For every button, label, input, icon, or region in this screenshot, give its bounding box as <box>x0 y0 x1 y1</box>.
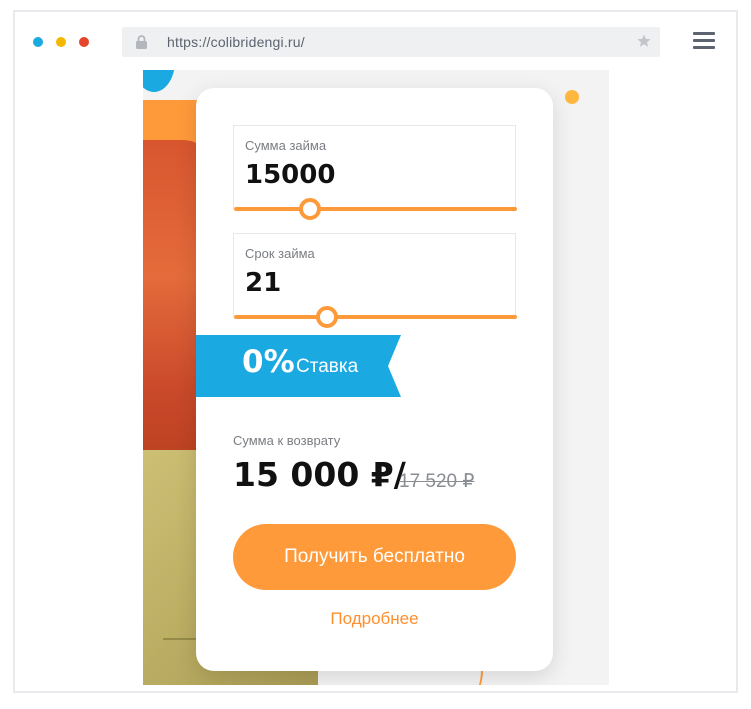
loan-term-label: Срок займа <box>245 246 315 261</box>
rate-ribbon: 0% Ставка <box>196 335 401 397</box>
loan-amount-field[interactable]: Сумма займа 15000 <box>233 125 517 220</box>
loan-amount-value[interactable]: 15000 <box>245 160 335 190</box>
return-amount-label: Сумма к возврату <box>233 433 341 448</box>
return-amount-value: 15 000 ₽/ <box>233 455 406 494</box>
loan-amount-slider[interactable] <box>234 198 517 220</box>
loan-amount-label: Сумма займа <box>245 138 327 153</box>
rate-label: Ставка <box>296 356 359 377</box>
loan-term-slider-thumb[interactable] <box>316 306 339 328</box>
lock-icon <box>136 35 147 49</box>
background-blue-shape <box>143 70 175 92</box>
return-amount-old: 17 520 ₽ <box>399 471 475 492</box>
loan-calculator-card: Сумма займа 15000 Срок займа 21 0% Ставк… <box>196 88 553 671</box>
more-details-link[interactable]: Подробнее <box>196 609 553 629</box>
browser-toolbar: https://colibridengi.ru/ <box>15 12 736 70</box>
browser-window: https://colibridengi.ru/ Сумма займа 150… <box>13 10 738 693</box>
url-text: https://colibridengi.ru/ <box>167 34 305 50</box>
page-viewport: Сумма займа 15000 Срок займа 21 0% Ставк… <box>143 70 609 685</box>
loan-term-value[interactable]: 21 <box>245 268 281 298</box>
loan-term-field[interactable]: Срок займа 21 <box>233 233 517 328</box>
hamburger-menu-icon[interactable] <box>693 32 717 50</box>
window-dot-red[interactable] <box>79 37 89 47</box>
get-free-button[interactable]: Получить бесплатно <box>233 524 516 590</box>
window-dot-yellow[interactable] <box>56 37 66 47</box>
rate-percent: 0% <box>242 344 295 380</box>
address-bar[interactable]: https://colibridengi.ru/ <box>122 27 660 57</box>
window-dot-blue[interactable] <box>33 37 43 47</box>
loan-term-slider[interactable] <box>234 306 517 328</box>
loan-amount-slider-thumb[interactable] <box>299 198 322 220</box>
background-yellow-shape <box>565 90 579 104</box>
star-icon[interactable] <box>636 33 652 49</box>
